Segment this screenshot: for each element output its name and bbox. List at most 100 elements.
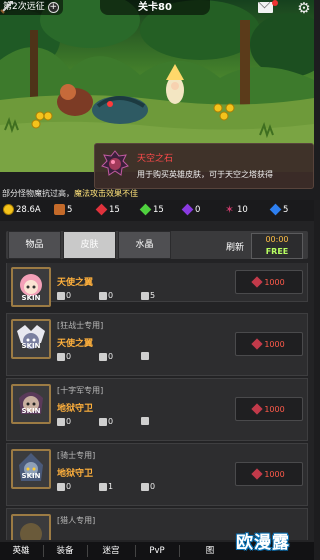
chest-resource: 5 [54, 204, 72, 215]
tab-items[interactable]: 物品 [8, 231, 61, 259]
shop-tabs: 物品 皮肤 水晶 刷新 00:00 FREE [6, 231, 308, 259]
emerald-resource: 15 [139, 203, 164, 216]
stat-defense: 0 [99, 352, 113, 361]
stat-value: 0 [108, 352, 114, 361]
price-value: 1000 [264, 339, 285, 349]
emerald-icon [139, 203, 152, 216]
list-item[interactable]: SKIN [狂战士专用] 天使之翼 0 0 1000 [6, 313, 308, 376]
stat-value: 0 [66, 352, 72, 361]
stat-defense: 1 [99, 482, 113, 491]
berserker-hero-icon [17, 325, 45, 349]
hero-portrait [11, 319, 51, 359]
buy-button[interactable]: 1000 [235, 270, 303, 294]
ruby-value: 15 [109, 204, 120, 215]
list-item[interactable]: SKIN [十字军专用] 地狱守卫 0 0 1000 [6, 378, 308, 441]
tooltip-description: 用于购买英雄皮肤，可于天空之塔获得 [137, 170, 273, 179]
price-value: 1000 [264, 469, 285, 479]
ruby-icon [95, 203, 108, 216]
amethyst-value: 0 [195, 204, 201, 215]
watermark-text: 欧漫露 [236, 533, 290, 553]
stat-attack: 0 [57, 352, 71, 361]
add-icon[interactable]: + [47, 2, 59, 13]
notification-dot [272, 0, 278, 6]
chest-icon [54, 204, 65, 215]
stat-value: 0 [66, 482, 72, 491]
buy-button[interactable]: 1000 [235, 332, 303, 356]
buy-button[interactable]: 1000 [235, 462, 303, 486]
mail-icon[interactable] [258, 2, 273, 13]
item-tooltip: 天空之石 用于购买英雄皮肤，可于天空之塔获得 [94, 143, 314, 189]
skin-name: 天使之翼 [57, 339, 94, 349]
notice-text: 部分怪物魔抗过高， [2, 189, 74, 198]
crusader-hero-icon [19, 392, 43, 414]
stat-value: 0 [66, 291, 72, 300]
stat-value: 1 [108, 482, 114, 491]
hero-portrait [11, 384, 51, 424]
notice-highlight: 魔法攻击效果不佳 [74, 189, 138, 198]
nav-dungeon[interactable]: 迷宫 [88, 542, 134, 560]
stat-attack: 0 [57, 291, 71, 300]
nav-heroes[interactable]: 英雄 [0, 542, 42, 560]
sword-stat-icon [57, 291, 65, 300]
free-label: FREE [265, 247, 289, 256]
sky-stone-icon [251, 276, 263, 288]
price-value: 1000 [264, 277, 285, 287]
skin-name: 地狱守卫 [57, 469, 94, 479]
class-tag: [骑士专用] [57, 451, 96, 460]
battle-notice: 部分怪物魔抗过高，魔法攻击效果不佳 [2, 188, 138, 199]
knight-hero-icon [19, 453, 43, 481]
spider-star-icon: ✶ [224, 203, 235, 216]
amethyst-resource: 0 [181, 203, 201, 216]
nav-equipment[interactable]: 装备 [44, 542, 86, 560]
skin-tag: SKIN [21, 342, 41, 350]
flag-stat-icon [141, 352, 149, 360]
stat-speed: 0 [141, 482, 155, 491]
flag-stat-icon [141, 291, 149, 300]
class-tag: [狂战士专用] [57, 321, 104, 330]
nav-map[interactable]: 图 [190, 542, 230, 560]
class-tag: [猎人专用] [57, 516, 96, 525]
sky-stone-icon [251, 468, 263, 480]
stat-defense: 0 [99, 291, 113, 300]
hero-portrait [11, 514, 51, 540]
sword-stat-icon [57, 482, 65, 491]
sword-stat-icon [57, 417, 65, 426]
stat-defense: 0 [99, 417, 113, 426]
list-item[interactable]: SKIN [骑士专用] 地狱守卫 0 1 0 1000 [6, 443, 308, 506]
stat-value: 0 [150, 482, 156, 491]
stat-speed: 5 [141, 291, 155, 300]
ruby-resource: 15 [95, 203, 120, 216]
nav-pvp[interactable]: PvP [136, 542, 178, 560]
tab-skins[interactable]: 皮肤 [63, 231, 116, 259]
amethyst-icon [181, 203, 194, 216]
stat-value: 0 [108, 291, 114, 300]
skin-name: 地狱守卫 [57, 404, 94, 414]
sky-stone-icon [251, 403, 263, 415]
gear-icon[interactable]: ⚙ [296, 0, 312, 16]
price-value: 1000 [264, 404, 285, 414]
list-item[interactable]: SKIN 天使之翼 0 0 5 1000 [6, 263, 308, 307]
buy-button[interactable]: 1000 [235, 397, 303, 421]
tooltip-title: 天空之石 [137, 154, 174, 164]
flag-stat-icon [141, 482, 149, 491]
sword-icon[interactable] [0, 0, 14, 14]
refresh-timer: 00:00 [265, 235, 289, 244]
gold-resource: 28.6A [3, 204, 41, 215]
tab-crystals[interactable]: 水晶 [118, 231, 171, 259]
stat-value: 0 [108, 417, 114, 426]
sapphire-value: 5 [283, 204, 289, 215]
skin-name: 天使之翼 [57, 278, 94, 288]
refresh-label: 刷新 [226, 243, 245, 253]
emerald-value: 15 [153, 204, 164, 215]
top-bar: 第2次远征 + 关卡80 ⚙ [0, 0, 314, 16]
spider-star-value: 10 [237, 204, 248, 215]
nav-divider [179, 545, 180, 557]
stat-speed [141, 417, 150, 425]
class-tag: [十字军专用] [57, 386, 104, 395]
skin-list[interactable]: SKIN 天使之翼 0 0 5 1000 SKIN [狂战士专用] 天使之翼 0… [6, 263, 308, 540]
sword-stat-icon [57, 352, 65, 361]
gold-value: 28.6A [16, 204, 41, 215]
free-refresh-button[interactable]: 00:00 FREE [251, 233, 303, 259]
hero-portrait [11, 449, 51, 489]
stat-value: 0 [66, 417, 72, 426]
